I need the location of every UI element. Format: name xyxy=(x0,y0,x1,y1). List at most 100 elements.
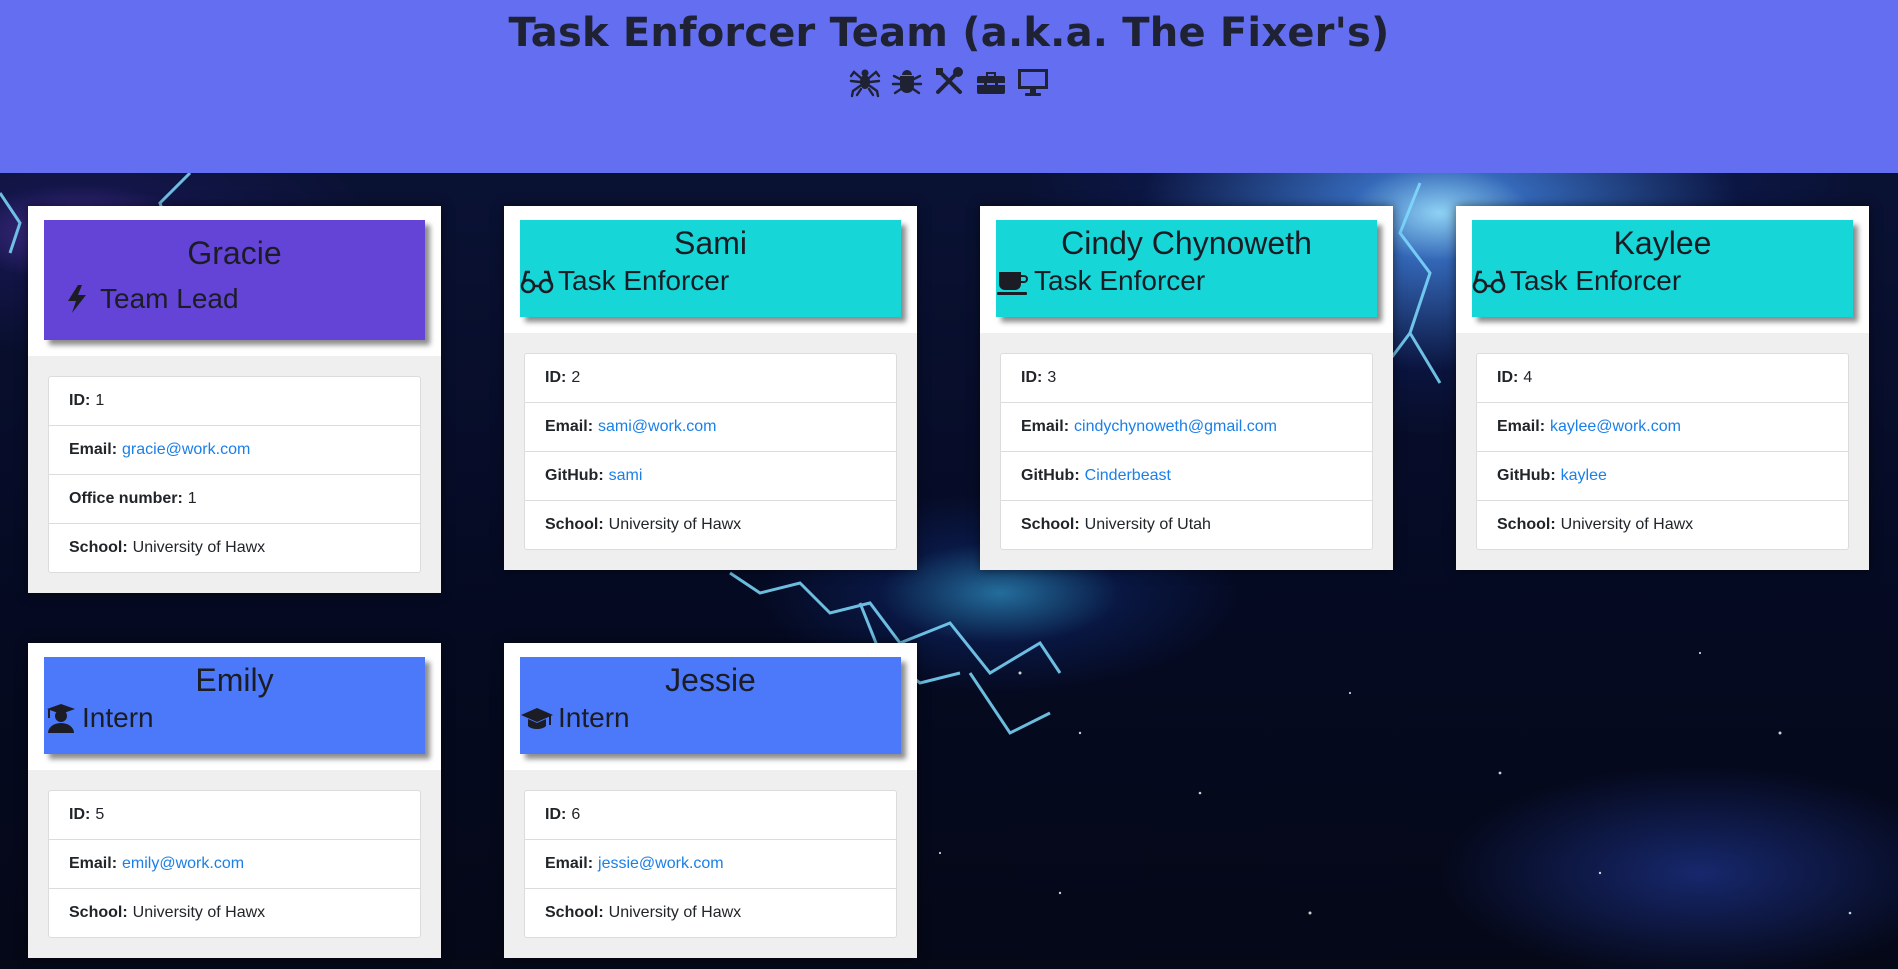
card-header-area: Emily Intern xyxy=(28,643,441,770)
school-label: School: xyxy=(1497,516,1556,533)
email-link[interactable]: kaylee@work.com xyxy=(1550,418,1681,435)
school-value: University of Hawx xyxy=(132,539,266,556)
school-label: School: xyxy=(69,539,128,556)
id-label: ID: xyxy=(1021,369,1043,386)
id-label: ID: xyxy=(1497,369,1519,386)
employee-name: Cindy Chynoweth xyxy=(1061,225,1312,261)
card-body: ID: 5 Email: emily@work.com School: Univers… xyxy=(28,770,441,958)
spider-icon xyxy=(848,64,882,98)
id-value: 4 xyxy=(1523,369,1533,386)
role-label: Intern xyxy=(558,702,630,733)
glasses-icon xyxy=(520,266,554,296)
role-label: Task Enforcer xyxy=(1510,265,1682,296)
card-header-area: Gracie Team Lead xyxy=(28,206,441,356)
bug-icon xyxy=(890,64,924,98)
detail-row-id: ID: 1 xyxy=(49,377,420,425)
employee-role: Task Enforcer xyxy=(520,263,901,299)
office-label: Office number: xyxy=(69,490,183,507)
school-label: School: xyxy=(545,516,604,533)
role-label: Team Lead xyxy=(100,283,239,314)
school-value: University of Hawx xyxy=(608,516,742,533)
detail-list: ID: 3 Email: cindychynoweth@gmail.com GitH… xyxy=(1000,353,1373,550)
employee-role: Intern xyxy=(44,700,425,736)
email-label: Email: xyxy=(545,855,594,872)
detail-row-email: Email: emily@work.com xyxy=(49,839,420,888)
employee-card-emily: Emily Intern ID: 5 Email: emily@work.com S… xyxy=(28,643,441,958)
employee-role: Intern xyxy=(520,700,901,736)
employee-card-cindy-chynoweth: Cindy Chynoweth Task Enforcer ID: 3 Email… xyxy=(980,206,1393,570)
role-label: Task Enforcer xyxy=(558,265,730,296)
page-title: Task Enforcer Team (a.k.a. The Fixer's) xyxy=(508,10,1390,56)
role-label: Task Enforcer xyxy=(1034,265,1206,296)
id-label: ID: xyxy=(69,392,91,409)
detail-row-id: ID: 3 xyxy=(1001,354,1372,402)
github-label: GitHub: xyxy=(1497,467,1556,484)
header-icon-row xyxy=(0,64,1898,98)
email-label: Email: xyxy=(1021,418,1070,435)
card-header-area: Jessie Intern xyxy=(504,643,917,770)
tools-icon xyxy=(932,64,966,98)
card-header-area: Sami Task Enforcer xyxy=(504,206,917,333)
employee-name: Gracie xyxy=(187,235,282,271)
id-value: 6 xyxy=(571,806,581,823)
github-link[interactable]: sami xyxy=(609,467,643,484)
employee-card-jessie: Jessie Intern ID: 6 Email: jessie@work.com… xyxy=(504,643,917,958)
github-link[interactable]: Cinderbeast xyxy=(1085,467,1171,484)
school-label: School: xyxy=(1021,516,1080,533)
page-header: Task Enforcer Team (a.k.a. The Fixer's) xyxy=(0,0,1898,173)
bolt-icon xyxy=(62,284,96,314)
detail-list: ID: 4 Email: kaylee@work.com GitHub: kaylee… xyxy=(1476,353,1849,550)
detail-row-email: Email: cindychynoweth@gmail.com xyxy=(1001,402,1372,451)
detail-row-email: Email: sami@work.com xyxy=(525,402,896,451)
detail-row-id: ID: 6 xyxy=(525,791,896,839)
email-link[interactable]: emily@work.com xyxy=(122,855,244,872)
github-link[interactable]: kaylee xyxy=(1561,467,1607,484)
employee-role: Task Enforcer xyxy=(996,263,1377,299)
id-label: ID: xyxy=(69,806,91,823)
card-body: ID: 1 Email: gracie@work.com Office number… xyxy=(28,356,441,593)
graduation-cap-icon xyxy=(520,703,554,733)
id-value: 2 xyxy=(571,369,581,386)
school-label: School: xyxy=(545,904,604,921)
email-link[interactable]: gracie@work.com xyxy=(122,441,250,458)
school-value: University of Hawx xyxy=(132,904,266,921)
detail-list: ID: 1 Email: gracie@work.com Office number… xyxy=(48,376,421,573)
detail-row-id: ID: 4 xyxy=(1477,354,1848,402)
email-link[interactable]: cindychynoweth@gmail.com xyxy=(1074,418,1277,435)
card-title-block: Cindy Chynoweth Task Enforcer xyxy=(996,220,1377,317)
employee-name: Emily xyxy=(195,662,274,698)
detail-row-school: School: University of Hawx xyxy=(49,523,420,572)
employee-role: Task Enforcer xyxy=(1472,263,1853,299)
github-label: GitHub: xyxy=(1021,467,1080,484)
detail-list: ID: 2 Email: sami@work.com GitHub: sami Sch… xyxy=(524,353,897,550)
card-header-area: Kaylee Task Enforcer xyxy=(1456,206,1869,333)
card-body: ID: 3 Email: cindychynoweth@gmail.com GitH… xyxy=(980,333,1393,570)
employee-name: Sami xyxy=(674,225,747,261)
email-label: Email: xyxy=(69,855,118,872)
detail-list: ID: 5 Email: emily@work.com School: Univers… xyxy=(48,790,421,938)
card-body: ID: 4 Email: kaylee@work.com GitHub: kaylee… xyxy=(1456,333,1869,570)
card-header-area: Cindy Chynoweth Task Enforcer xyxy=(980,206,1393,333)
id-value: 1 xyxy=(95,392,105,409)
employee-card-kaylee: Kaylee Task Enforcer ID: 4 Email: kaylee@w… xyxy=(1456,206,1869,570)
employee-name: Kaylee xyxy=(1613,225,1712,261)
detail-row-id: ID: 2 xyxy=(525,354,896,402)
detail-row-email: Email: gracie@work.com xyxy=(49,425,420,474)
detail-row-id: ID: 5 xyxy=(49,791,420,839)
school-label: School: xyxy=(69,904,128,921)
role-label: Intern xyxy=(82,702,154,733)
detail-row-school: School: University of Hawx xyxy=(525,500,896,549)
card-body: ID: 6 Email: jessie@work.com School: Univer… xyxy=(504,770,917,958)
email-link[interactable]: sami@work.com xyxy=(598,418,716,435)
graduate-icon xyxy=(44,703,78,733)
detail-row-school: School: University of Hawx xyxy=(49,888,420,937)
id-label: ID: xyxy=(545,806,567,823)
detail-row-school: School: University of Utah xyxy=(1001,500,1372,549)
coffee-icon xyxy=(996,266,1030,296)
email-link[interactable]: jessie@work.com xyxy=(598,855,724,872)
detail-list: ID: 6 Email: jessie@work.com School: Univer… xyxy=(524,790,897,938)
employee-role: Team Lead xyxy=(44,281,425,317)
school-value: University of Hawx xyxy=(1560,516,1694,533)
school-value: University of Hawx xyxy=(608,904,742,921)
card-body: ID: 2 Email: sami@work.com GitHub: sami Sch… xyxy=(504,333,917,570)
